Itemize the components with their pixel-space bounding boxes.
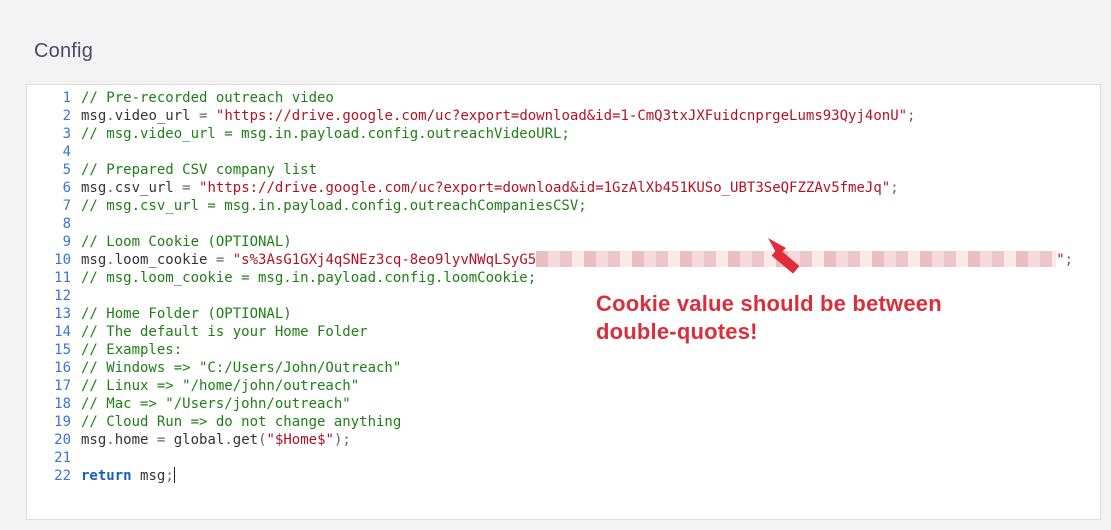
punct: = — [207, 252, 232, 268]
string-literal: "https://drive.google.com/uc?export=down… — [216, 108, 907, 124]
line-number: 3 — [27, 125, 81, 143]
code-line[interactable]: 16 // Windows => "C:/Users/John/Outreach… — [27, 359, 1100, 377]
line-number: 1 — [27, 89, 81, 107]
ident: home — [115, 432, 149, 448]
line-number: 22 — [27, 467, 81, 485]
code-line[interactable]: 7 // msg.csv_url = msg.in.payload.config… — [27, 197, 1100, 215]
line-number: 9 — [27, 233, 81, 251]
code-line[interactable]: 8 — [27, 215, 1100, 233]
ident: msg — [140, 468, 165, 484]
punct-semi: ; — [1065, 252, 1073, 268]
space — [132, 468, 140, 484]
comment-text: // Examples: — [81, 342, 182, 358]
code-line[interactable]: 19 // Cloud Run => do not change anythin… — [27, 413, 1100, 431]
line-number: 4 — [27, 143, 81, 161]
line-number: 17 — [27, 377, 81, 395]
comment-text: // Windows => "C:/Users/John/Outreach" — [81, 360, 401, 376]
line-number: 14 — [27, 323, 81, 341]
punct: = — [191, 108, 216, 124]
comment-text: // Linux => "/home/john/outreach" — [81, 378, 359, 394]
comment-text: // msg.csv_url = msg.in.payload.config.o… — [81, 198, 587, 214]
line-number: 13 — [27, 305, 81, 323]
ident: get — [233, 432, 258, 448]
code-line[interactable]: 22 return msg; — [27, 467, 1100, 485]
config-panel: Config 1 // Pre-recorded outreach video … — [0, 0, 1111, 530]
code-line[interactable]: 10 msg.loom_cookie = "s%3AsG1GXj4qSNEz3c… — [27, 251, 1100, 269]
ident: msg — [81, 432, 106, 448]
ident: msg — [81, 252, 106, 268]
line-number: 20 — [27, 431, 81, 449]
code-line[interactable]: 2 msg.video_url = "https://drive.google.… — [27, 107, 1100, 125]
annotation-line: double-quotes! — [596, 318, 1096, 346]
line-number: 7 — [27, 197, 81, 215]
string-literal: "$Home$" — [267, 432, 334, 448]
annotation-line: Cookie value should be between — [596, 290, 1096, 318]
comment-text: // Cloud Run => do not change anything — [81, 414, 401, 430]
line-number: 12 — [27, 287, 81, 305]
punct-semi: ; — [342, 432, 350, 448]
code-line[interactable]: 17 // Linux => "/home/john/outreach" — [27, 377, 1100, 395]
punct: . — [106, 252, 114, 268]
string-literal-start: "s%3AsG1GXj4qSNEz3cq-8eo9lyvNWqLSyG5 — [233, 252, 536, 268]
line-number: 5 — [27, 161, 81, 179]
line-number: 16 — [27, 359, 81, 377]
code-line[interactable]: 11 // msg.loom_cookie = msg.in.payload.c… — [27, 269, 1100, 287]
code-line[interactable]: 1 // Pre-recorded outreach video — [27, 89, 1100, 107]
code-line[interactable]: 20 msg.home = global.get("$Home$"); — [27, 431, 1100, 449]
code-line[interactable]: 9 // Loom Cookie (OPTIONAL) — [27, 233, 1100, 251]
punct: . — [106, 108, 114, 124]
string-literal: "https://drive.google.com/uc?export=down… — [199, 180, 890, 196]
comment-text: // The default is your Home Folder — [81, 324, 368, 340]
punct-semi: ; — [890, 180, 898, 196]
punct: . — [224, 432, 232, 448]
string-literal-end: " — [1056, 252, 1064, 268]
punct-semi: ; — [907, 108, 915, 124]
line-number: 18 — [27, 395, 81, 413]
comment-text: // Home Folder (OPTIONAL) — [81, 306, 292, 322]
redacted-cookie-value — [536, 251, 1056, 267]
line-number: 6 — [27, 179, 81, 197]
code-line[interactable]: 3 // msg.video_url = msg.in.payload.conf… — [27, 125, 1100, 143]
ident: video_url — [115, 108, 191, 124]
comment-text: // msg.video_url = msg.in.payload.config… — [81, 126, 570, 142]
ident: global — [174, 432, 225, 448]
ident: loom_cookie — [115, 252, 208, 268]
comment-text: // Mac => "/Users/john/outreach" — [81, 396, 351, 412]
comment-text: // Loom Cookie (OPTIONAL) — [81, 234, 292, 250]
line-number: 21 — [27, 449, 81, 467]
line-number: 11 — [27, 269, 81, 287]
punct: = — [174, 180, 199, 196]
code-line[interactable]: 18 // Mac => "/Users/john/outreach" — [27, 395, 1100, 413]
ident: msg — [81, 108, 106, 124]
line-number: 2 — [27, 107, 81, 125]
punct: . — [106, 180, 114, 196]
code-line[interactable]: 5 // Prepared CSV company list — [27, 161, 1100, 179]
annotation-callout: Cookie value should be between double-qu… — [596, 290, 1096, 346]
ident: msg — [81, 180, 106, 196]
line-number: 10 — [27, 251, 81, 269]
punct: . — [106, 432, 114, 448]
code-line[interactable]: 21 — [27, 449, 1100, 467]
line-number: 19 — [27, 413, 81, 431]
punct: = — [148, 432, 173, 448]
line-number: 8 — [27, 215, 81, 233]
punct-semi: ; — [165, 468, 173, 484]
code-line[interactable]: 4 — [27, 143, 1100, 161]
code-line[interactable]: 6 msg.csv_url = "https://drive.google.co… — [27, 179, 1100, 197]
line-number: 15 — [27, 341, 81, 359]
panel-title: Config — [34, 40, 93, 63]
keyword-return: return — [81, 468, 132, 484]
comment-text: // msg.loom_cookie = msg.in.payload.conf… — [81, 270, 536, 286]
text-cursor — [174, 467, 175, 483]
comment-text: // Pre-recorded outreach video — [81, 90, 334, 106]
comment-text: // Prepared CSV company list — [81, 162, 317, 178]
punct: ( — [258, 432, 266, 448]
code-body[interactable]: 1 // Pre-recorded outreach video 2 msg.v… — [27, 85, 1100, 485]
ident: csv_url — [115, 180, 174, 196]
